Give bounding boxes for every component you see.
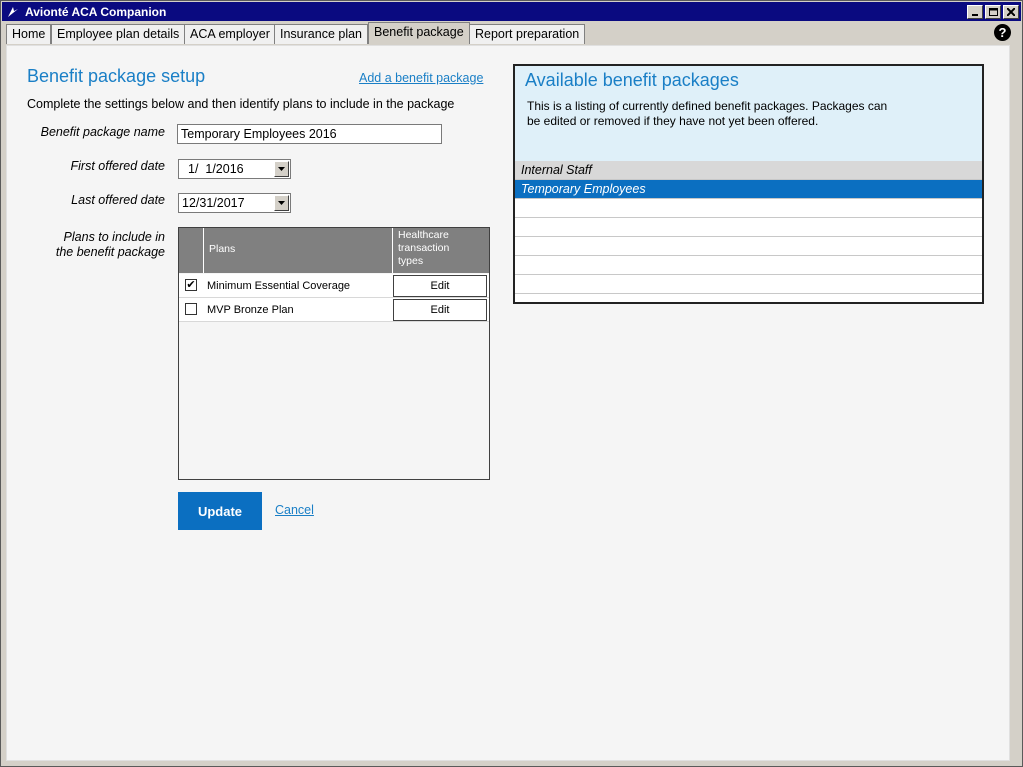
- plan-name: Minimum Essential Coverage: [207, 280, 351, 292]
- description-line-1: This is a listing of currently defined b…: [527, 99, 888, 113]
- package-name-input[interactable]: Temporary Employees 2016: [177, 124, 442, 144]
- package-row-empty[interactable]: [515, 275, 982, 294]
- minimize-button[interactable]: [967, 4, 983, 19]
- update-button[interactable]: Update: [178, 492, 262, 530]
- available-packages-panel: Available benefit packages This is a lis…: [513, 64, 984, 304]
- edit-button[interactable]: Edit: [393, 275, 487, 297]
- package-row-empty[interactable]: [515, 237, 982, 256]
- tab-bar: Home Employee plan details ACA employer …: [2, 22, 1021, 44]
- first-offered-date-picker[interactable]: 1/ 1/2016: [178, 159, 291, 179]
- window-title: Avionté ACA Companion: [25, 4, 167, 19]
- plan-row[interactable]: ✔ Minimum Essential Coverage Edit: [179, 274, 489, 298]
- first-offered-label: First offered date: [70, 159, 166, 173]
- tab-benefit-package[interactable]: Benefit package: [368, 22, 470, 44]
- first-offered-value: 1/ 1/2016: [188, 162, 244, 176]
- plans-label-line-2: the benefit package: [55, 245, 165, 259]
- available-packages-header: Available benefit packages This is a lis…: [515, 66, 982, 161]
- edit-button[interactable]: Edit: [393, 299, 487, 321]
- healthcare-header-line-1: Healthcare: [398, 229, 449, 241]
- app-icon: [5, 4, 21, 20]
- help-icon[interactable]: ?: [994, 24, 1011, 41]
- healthcare-header-line-3: types: [398, 255, 424, 267]
- plan-checkbox[interactable]: [185, 303, 197, 315]
- app-window: Avionté ACA Companion Home Employee plan…: [0, 0, 1023, 767]
- package-row-empty[interactable]: [515, 199, 982, 218]
- available-packages-description: This is a listing of currently defined b…: [527, 99, 917, 129]
- tab-employee-plan-details[interactable]: Employee plan details: [51, 24, 186, 44]
- description-line-2: be edited or removed if they have not ye…: [527, 114, 819, 128]
- close-button[interactable]: [1003, 4, 1019, 19]
- tab-home[interactable]: Home: [6, 24, 52, 44]
- setup-title: Benefit package setup: [27, 66, 206, 86]
- plans-label-line-1: Plans to include in: [63, 230, 165, 244]
- plans-grid-header: Plans Healthcare transaction types: [179, 228, 489, 273]
- plan-row[interactable]: MVP Bronze Plan Edit: [179, 298, 489, 322]
- cancel-link[interactable]: Cancel: [275, 503, 314, 517]
- last-offered-label: Last offered date: [71, 193, 165, 207]
- package-name-label: Benefit package name: [40, 125, 165, 139]
- header-checkbox-col: [179, 228, 204, 273]
- plan-checkbox[interactable]: ✔: [185, 279, 197, 291]
- add-benefit-package-link[interactable]: Add a benefit package: [359, 71, 483, 85]
- last-offered-value: 12/31/2017: [182, 196, 245, 210]
- available-packages-title: Available benefit packages: [525, 70, 739, 90]
- package-row-temporary-employees[interactable]: Temporary Employees: [515, 180, 982, 199]
- plans-include-label: Plans to include in the benefit package: [27, 230, 165, 260]
- package-row-internal-staff[interactable]: Internal Staff: [515, 161, 982, 180]
- last-offered-date-picker[interactable]: 12/31/2017: [178, 193, 291, 213]
- tab-report-preparation[interactable]: Report preparation: [469, 24, 586, 44]
- plans-column-header: Plans: [204, 228, 393, 273]
- main-content: Benefit package setup Add a benefit pack…: [6, 45, 1010, 761]
- package-row-empty[interactable]: [515, 218, 982, 237]
- tab-insurance-plan[interactable]: Insurance plan: [274, 24, 369, 44]
- plan-name: MVP Bronze Plan: [207, 304, 294, 316]
- setup-instructions: Complete the settings below and then ide…: [27, 97, 455, 111]
- package-row-empty[interactable]: [515, 256, 982, 275]
- title-bar[interactable]: Avionté ACA Companion: [2, 2, 1021, 21]
- chevron-down-icon[interactable]: [274, 161, 289, 177]
- chevron-down-icon[interactable]: [274, 195, 289, 211]
- plans-grid: Plans Healthcare transaction types ✔ Min…: [178, 227, 490, 480]
- healthcare-header-line-2: transaction: [398, 242, 450, 254]
- healthcare-column-header: Healthcare transaction types: [393, 228, 489, 273]
- tab-aca-employer[interactable]: ACA employer: [184, 24, 276, 44]
- maximize-button[interactable]: [985, 4, 1001, 19]
